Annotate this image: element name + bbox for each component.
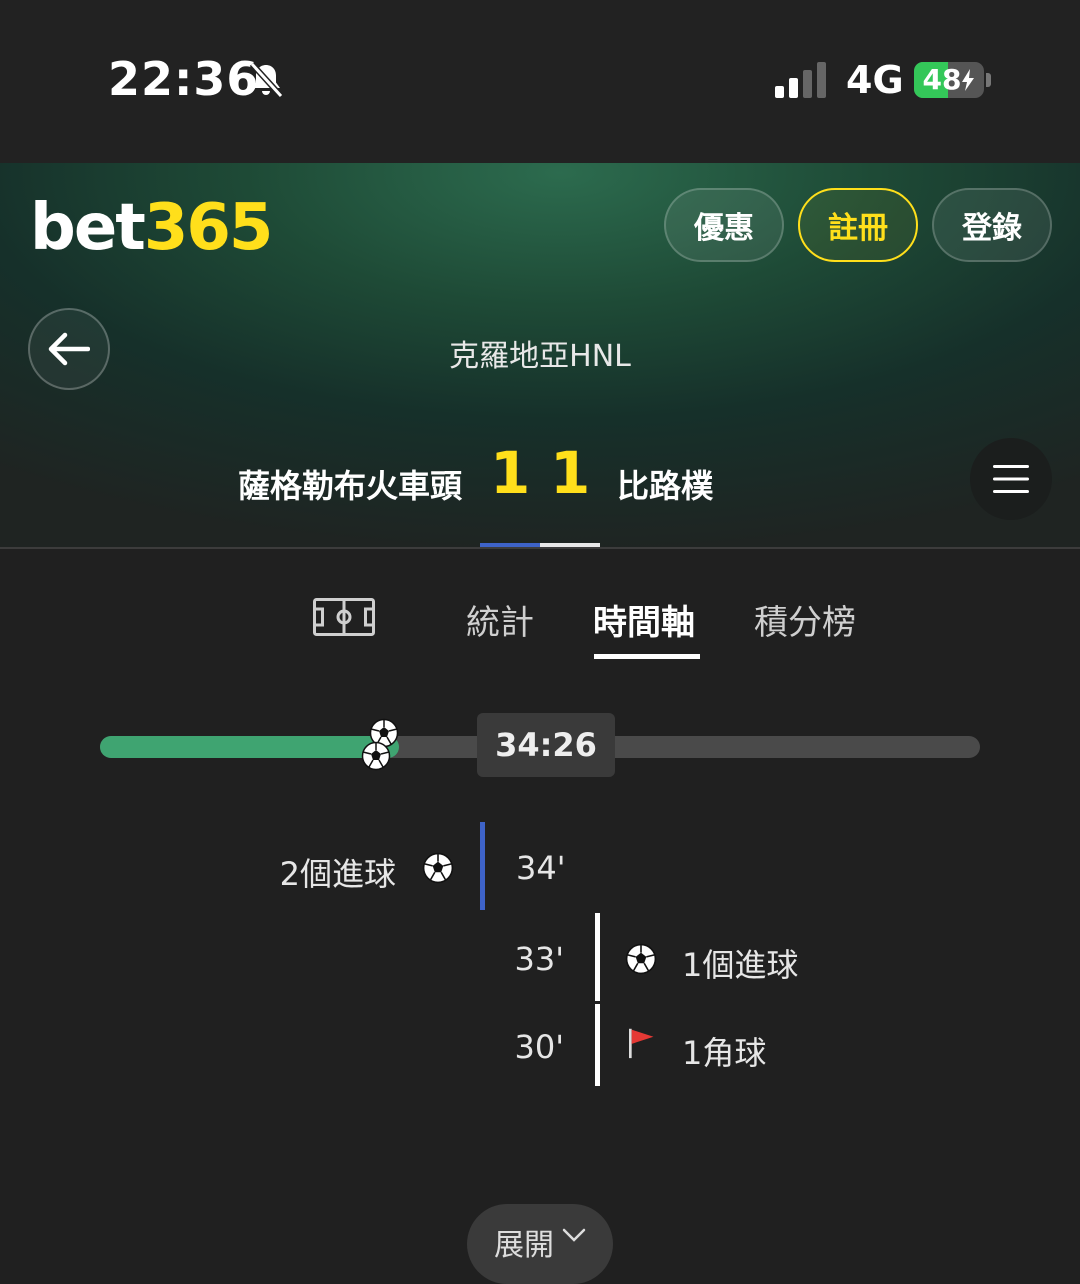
chevron-down-icon bbox=[562, 1228, 586, 1242]
tab-timeline[interactable]: 時間軸 bbox=[593, 595, 695, 644]
battery-indicator: 48 bbox=[914, 62, 991, 98]
match-clock: 34:26 bbox=[477, 713, 615, 777]
expand-label: 展開 bbox=[494, 1228, 554, 1263]
bell-slash-icon bbox=[249, 61, 284, 99]
timeline-event-label: 1角球 bbox=[682, 1034, 767, 1072]
status-bar: 22:36 4G 48 bbox=[0, 0, 1080, 163]
league-title: 克羅地亞HNL bbox=[449, 339, 631, 374]
away-team-name: 比路樸 bbox=[617, 467, 714, 505]
timeline-event-minute: 34' bbox=[516, 849, 566, 887]
away-timeline-line bbox=[595, 913, 600, 1001]
active-tab-underline bbox=[594, 654, 700, 659]
tab-standings[interactable]: 積分榜 bbox=[754, 595, 856, 644]
timeline-event-minute: 33' bbox=[514, 940, 564, 978]
goal-marker-icon bbox=[361, 741, 391, 771]
bet365-logo[interactable]: bet365 bbox=[30, 191, 273, 265]
register-button[interactable]: 註冊 bbox=[798, 188, 918, 262]
away-score: 1 bbox=[550, 439, 591, 507]
match-header: bet365 優惠 註冊 登錄 克羅地亞HNL 薩格勒布火車頭 1 1 比路樸 bbox=[0, 163, 1080, 549]
corner-flag-icon bbox=[629, 1028, 654, 1059]
login-button[interactable]: 登錄 bbox=[932, 188, 1052, 262]
football-icon bbox=[422, 852, 454, 884]
timeline-event-minute: 30' bbox=[514, 1028, 564, 1066]
home-team-name: 薩格勒布火車頭 bbox=[237, 467, 462, 505]
offers-button[interactable]: 優惠 bbox=[664, 188, 784, 262]
pitch-icon[interactable] bbox=[313, 598, 375, 636]
signal-icon bbox=[775, 62, 826, 98]
menu-button[interactable] bbox=[970, 438, 1052, 520]
football-icon bbox=[625, 943, 657, 975]
away-timeline-line bbox=[595, 1004, 600, 1086]
charging-icon bbox=[962, 69, 975, 91]
home-team-color-bar bbox=[480, 543, 540, 547]
home-timeline-line bbox=[480, 822, 485, 910]
battery-percent: 48 bbox=[914, 62, 984, 98]
status-time: 22:36 bbox=[108, 52, 260, 106]
match-progress-fill bbox=[100, 736, 400, 758]
home-score: 1 bbox=[490, 439, 531, 507]
tab-stats[interactable]: 統計 bbox=[466, 595, 534, 644]
timeline-event-label: 2個進球 bbox=[279, 855, 396, 893]
timeline-event-label: 1個進球 bbox=[682, 946, 799, 984]
battery-tip bbox=[986, 73, 991, 87]
away-team-color-bar bbox=[540, 543, 600, 547]
network-type: 4G bbox=[846, 58, 904, 102]
expand-button[interactable]: 展開 bbox=[467, 1204, 613, 1284]
hamburger-icon bbox=[993, 465, 1029, 493]
